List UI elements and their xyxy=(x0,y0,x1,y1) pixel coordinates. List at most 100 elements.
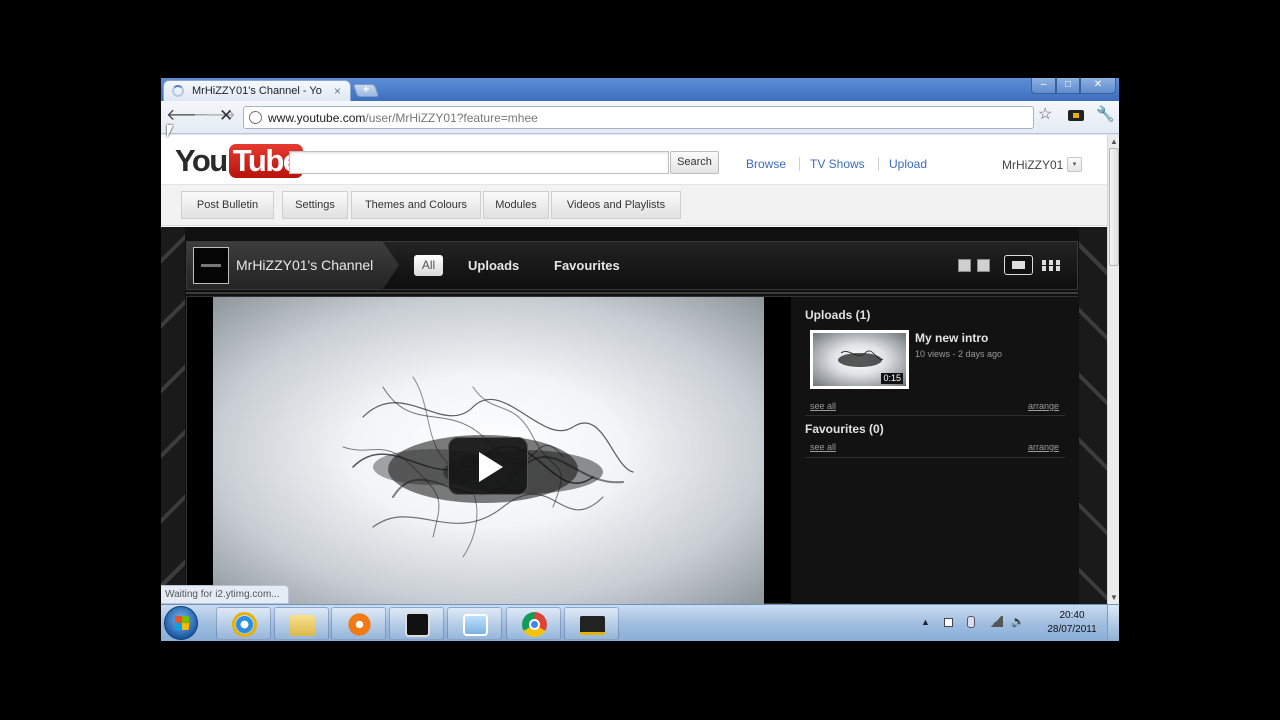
channel-navbar: MrHiZZY01's Channel All Uploads Favourit… xyxy=(186,241,1078,290)
taskbar-app-photos[interactable] xyxy=(447,607,502,640)
youtube-header: You Tube Search Browse TV Shows Upload Mr… xyxy=(161,135,1107,185)
search-input[interactable] xyxy=(289,151,669,174)
view-small-icon[interactable] xyxy=(958,259,971,272)
favourites-arrange-link[interactable]: arrange xyxy=(1028,442,1059,452)
tv-shows-link[interactable]: TV Shows xyxy=(810,157,865,171)
desktop-screen: MrHiZZY01's Channel - Yo × + – □ ✕ 🡐 🡒 ✕… xyxy=(161,78,1119,641)
view-medium-icon[interactable] xyxy=(977,259,990,272)
page-viewport: You Tube Search Browse TV Shows Upload Mr… xyxy=(161,135,1107,604)
media-player-icon xyxy=(347,612,372,637)
browser-toolbar: 🡐 🡒 ✕ www.youtube.com/user/MrHiZZY01?fea… xyxy=(161,101,1119,134)
taskbar-app-explorer[interactable] xyxy=(274,607,329,640)
navbar-divider xyxy=(186,292,1078,294)
address-bar[interactable]: www.youtube.com/user/MrHiZZY01?feature=m… xyxy=(243,106,1034,129)
action-center-flag-icon[interactable] xyxy=(944,618,953,627)
browser-tab[interactable]: MrHiZZY01's Channel - Yo × xyxy=(163,80,351,101)
uploads-arrange-link[interactable]: arrange xyxy=(1028,401,1059,411)
plus-icon: + xyxy=(362,84,370,96)
video-duration: 0:15 xyxy=(881,373,903,384)
taskbar-app-cap[interactable] xyxy=(564,607,619,640)
windows-taskbar: ▲ 🔈 20:40 28/07/2011 xyxy=(161,604,1119,641)
username-link[interactable]: MrHiZZY01 xyxy=(1002,158,1063,172)
taskbar-app-ie[interactable] xyxy=(216,607,271,640)
show-desktop-button[interactable] xyxy=(1107,605,1119,641)
tab-uploads[interactable]: Uploads xyxy=(468,258,519,273)
channel-sidebar: Uploads (1) 0:15 My new intro 10 views -… xyxy=(791,297,1078,604)
modules-button[interactable]: Modules xyxy=(483,191,549,219)
graduation-cap-app-icon xyxy=(580,616,605,635)
tab-favourites[interactable]: Favourites xyxy=(554,258,620,273)
grid-view-icon[interactable] xyxy=(1042,260,1060,271)
photo-viewer-icon xyxy=(463,614,488,636)
channel-avatar[interactable] xyxy=(193,247,229,284)
windows-explorer-icon xyxy=(290,615,315,636)
taskbar-app-chrome[interactable] xyxy=(506,607,561,640)
network-signal-icon[interactable] xyxy=(989,616,1003,627)
user-menu-dropdown-icon[interactable]: ▾ xyxy=(1067,157,1082,172)
favourites-see-all-link[interactable]: see all xyxy=(810,442,836,452)
video-title-link[interactable]: My new intro xyxy=(915,331,988,345)
internet-explorer-icon xyxy=(232,612,257,637)
new-tab-button[interactable]: + xyxy=(352,84,380,97)
youtube-logo[interactable]: You Tube xyxy=(175,144,303,180)
scroll-down-icon[interactable]: ▼ xyxy=(1110,593,1118,602)
settings-button[interactable]: Settings xyxy=(282,191,348,219)
logo-you: You xyxy=(175,143,228,178)
themes-colours-button[interactable]: Themes and Colours xyxy=(351,191,481,219)
tray-expand-icon[interactable]: ▲ xyxy=(921,617,931,629)
browse-link[interactable]: Browse xyxy=(746,157,786,171)
url-host: www.youtube.com xyxy=(268,111,366,125)
play-button[interactable] xyxy=(448,437,528,495)
sidebar-divider xyxy=(805,457,1065,458)
start-button[interactable] xyxy=(164,606,198,640)
loading-spinner-icon xyxy=(172,85,184,97)
tab-all[interactable]: All xyxy=(414,255,443,276)
clock-time: 20:40 xyxy=(1059,610,1085,621)
uploads-heading[interactable]: Uploads (1) xyxy=(805,308,870,322)
nav-divider xyxy=(878,157,879,171)
wrench-icon[interactable]: 🔧 xyxy=(1096,107,1115,123)
clock-date: 28/07/2011 xyxy=(1047,624,1097,635)
browser-titlebar: MrHiZZY01's Channel - Yo × + – □ ✕ xyxy=(161,78,1119,101)
post-bulletin-button[interactable]: Post Bulletin xyxy=(181,191,274,219)
stop-icon[interactable]: ✕ xyxy=(219,107,233,124)
extension-icon[interactable] xyxy=(1068,110,1084,121)
videos-playlists-button[interactable]: Videos and Playlists xyxy=(551,191,681,219)
taskbar-app-media[interactable] xyxy=(331,607,386,640)
channel-content-panel: Uploads (1) 0:15 My new intro 10 views -… xyxy=(186,296,1078,604)
usb-device-icon[interactable] xyxy=(967,616,975,628)
volume-icon[interactable]: 🔈 xyxy=(1011,615,1025,628)
windows-logo-icon xyxy=(175,616,189,630)
scroll-up-icon[interactable]: ▲ xyxy=(1110,137,1118,146)
system-clock[interactable]: 20:40 28/07/2011 xyxy=(1037,609,1107,637)
page-icon xyxy=(249,111,262,124)
vertical-scrollbar[interactable]: ▲ ▼ xyxy=(1107,135,1119,604)
video-player[interactable] xyxy=(213,297,764,604)
url-text: www.youtube.com/user/MrHiZZY01?feature=m… xyxy=(268,111,538,125)
status-bubble: Waiting for i2.ytimg.com... xyxy=(161,585,289,604)
chrome-icon xyxy=(522,612,547,637)
player-view-icon[interactable] xyxy=(1004,255,1033,275)
video-thumbnail[interactable]: 0:15 xyxy=(810,330,909,389)
bookmark-star-icon[interactable]: ☆ xyxy=(1038,107,1052,123)
favourites-heading[interactable]: Favourites (0) xyxy=(805,422,884,436)
channel-edit-bar: Post Bulletin Settings Themes and Colour… xyxy=(161,185,1107,226)
sidebar-divider xyxy=(805,415,1065,416)
scrollbar-thumb[interactable] xyxy=(1109,148,1119,266)
maximize-button[interactable]: □ xyxy=(1056,78,1080,94)
background-stripes-right xyxy=(1079,227,1107,604)
channel-background: MrHiZZY01's Channel All Uploads Favourit… xyxy=(161,227,1107,604)
video-meta: 10 views - 2 days ago xyxy=(915,349,1003,359)
upload-link[interactable]: Upload xyxy=(889,157,927,171)
search-button[interactable]: Search xyxy=(670,151,719,174)
minimize-button[interactable]: – xyxy=(1031,78,1056,94)
url-path: /user/MrHiZZY01?feature=mhee xyxy=(365,111,538,125)
house-app-icon xyxy=(405,612,430,637)
channel-title[interactable]: MrHiZZY01's Channel xyxy=(236,257,373,273)
uploads-see-all-link[interactable]: see all xyxy=(810,401,836,411)
close-window-button[interactable]: ✕ xyxy=(1080,78,1116,94)
tab-close-icon[interactable]: × xyxy=(334,84,341,98)
taskbar-app-house[interactable] xyxy=(389,607,444,640)
nav-divider xyxy=(799,157,800,171)
background-stripes-left xyxy=(161,227,185,604)
